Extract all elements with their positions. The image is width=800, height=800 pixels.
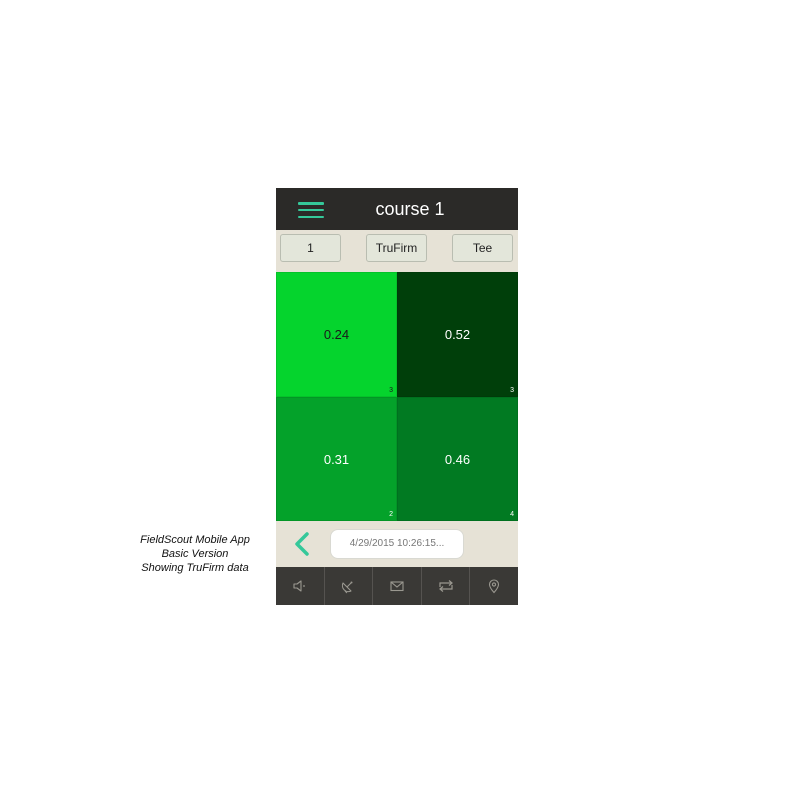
page-title: course 1 [375, 199, 445, 219]
cell-reading-count: 3 [510, 387, 514, 394]
cell-value: 0.52 [444, 327, 471, 342]
grid-cell[interactable]: 0.46 4 [397, 397, 518, 521]
tab-satellite[interactable] [325, 567, 374, 605]
menu-line [298, 215, 324, 218]
grid-cell[interactable]: 0.24 3 [276, 272, 397, 397]
caption-line-3: Showing TruFirm data [141, 562, 249, 574]
bottom-control-bar: 4/29/2015 10:26:15... [276, 521, 518, 567]
tab-sync[interactable] [422, 567, 471, 605]
caption-line-1: FieldScout Mobile App [140, 534, 250, 546]
speaker-icon [293, 580, 305, 592]
grid-cell[interactable]: 0.52 3 [397, 272, 518, 397]
menu-line [298, 208, 324, 212]
bottom-tab-bar [276, 567, 518, 605]
menu-line [298, 202, 324, 205]
data-type-selector-button[interactable]: TruFirm [366, 234, 427, 262]
data-grid: 0.24 3 0.52 3 0.31 2 0.46 4 [276, 272, 518, 521]
mail-icon [390, 581, 404, 592]
cell-value: 0.46 [444, 451, 471, 467]
cell-reading-count: 2 [389, 511, 393, 518]
tab-speaker[interactable] [276, 567, 325, 605]
tab-mail[interactable] [373, 567, 422, 605]
satellite-dish-icon [342, 581, 353, 594]
phone-screen: course 1 1 TruFirm Tee 0.24 3 0.52 3 0.3… [276, 188, 518, 605]
caption-line-2: Basic Version [161, 548, 229, 560]
sync-arrows-icon [438, 580, 453, 592]
selector-bar: 1 TruFirm Tee [276, 230, 518, 272]
grid-cell[interactable]: 0.31 2 [276, 397, 397, 521]
cell-reading-count: 3 [389, 387, 393, 394]
cell-value: 0.24 [323, 327, 350, 342]
figure-caption: FieldScout Mobile App Basic Version Show… [128, 533, 262, 575]
timestamp-field[interactable]: 4/29/2015 10:26:15... [330, 529, 464, 559]
map-pin-icon [489, 579, 500, 594]
hole-selector-button[interactable]: 1 [280, 234, 341, 262]
back-chevron-icon[interactable] [290, 531, 314, 557]
cell-reading-count: 4 [510, 511, 514, 518]
cell-value: 0.31 [323, 451, 350, 467]
top-nav-bar: course 1 [276, 188, 518, 230]
hamburger-menu-icon[interactable] [298, 202, 324, 218]
tab-location[interactable] [470, 567, 518, 605]
area-selector-button[interactable]: Tee [452, 234, 513, 262]
